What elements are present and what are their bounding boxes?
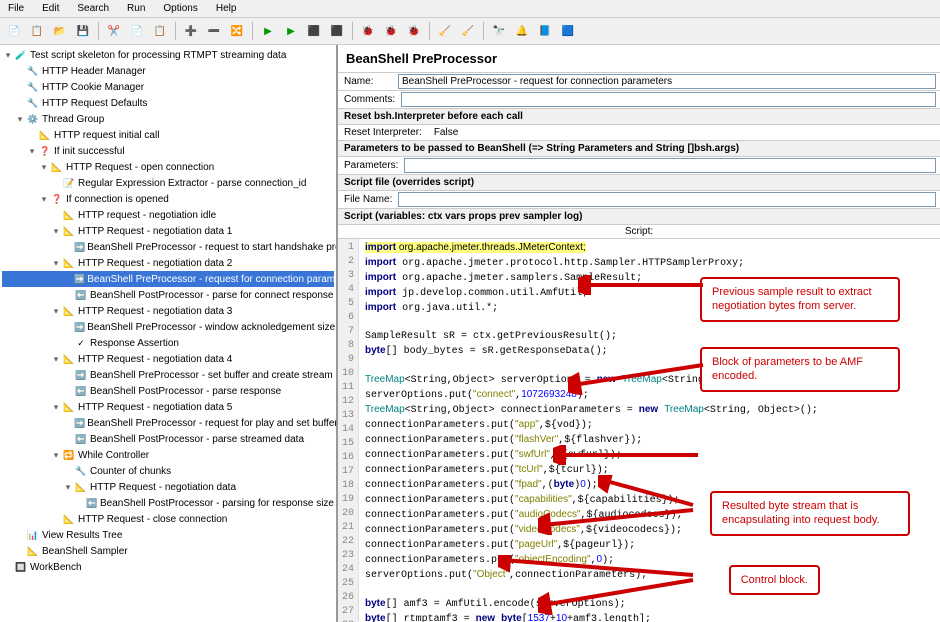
- scriptfile-header: Script file (overrides script): [338, 175, 940, 191]
- callout-3: Resulted byte stream that is encapsulati…: [710, 491, 910, 536]
- editor-panel: BeanShell PreProcessor Name: Comments: R…: [338, 45, 940, 622]
- assertion-icon: ✓: [74, 336, 88, 350]
- filename-input[interactable]: [398, 192, 936, 207]
- new-icon[interactable]: 📄: [4, 21, 24, 41]
- menu-options[interactable]: Options: [159, 2, 201, 15]
- preprocessor-icon: ➡️: [74, 416, 85, 430]
- panel-title: BeanShell PreProcessor: [338, 45, 940, 73]
- toggle-icon[interactable]: 🔀: [227, 21, 247, 41]
- save-icon[interactable]: 💾: [73, 21, 93, 41]
- remote-shutdown-icon[interactable]: 🐞: [404, 21, 424, 41]
- postprocessor-icon: ⬅️: [86, 496, 98, 510]
- menu-help[interactable]: Help: [212, 2, 241, 15]
- name-label: Name:: [338, 74, 398, 89]
- sampler-icon: 📐: [62, 512, 76, 526]
- menu-file[interactable]: File: [4, 2, 28, 15]
- reset-int-value[interactable]: False: [428, 125, 464, 140]
- postprocessor-icon: ⬅️: [74, 384, 88, 398]
- sampler-icon: 📐: [26, 544, 40, 558]
- shutdown-icon[interactable]: ⬛: [327, 21, 347, 41]
- cut-icon[interactable]: ✂️: [104, 21, 124, 41]
- about-icon[interactable]: 🟦: [558, 21, 578, 41]
- help-icon[interactable]: 📘: [535, 21, 555, 41]
- start-no-pause-icon[interactable]: ▶: [281, 21, 301, 41]
- preprocessor-icon: ➡️: [74, 272, 85, 286]
- comments-input[interactable]: [401, 92, 936, 107]
- callout-4: Control block.: [729, 565, 820, 595]
- script-header: Script (variables: ctx vars props prev s…: [338, 209, 940, 225]
- extractor-icon: 📝: [62, 176, 76, 190]
- params-label: Parameters:: [338, 158, 404, 173]
- comments-label: Comments:: [338, 92, 401, 107]
- toolbar: 📄 📋 📂 💾 ✂️ 📄 📋 ➕ ➖ 🔀 ▶ ▶ ⬛ ⬛ 🐞 🐞 🐞 🧹 🧹 🔭…: [0, 18, 940, 45]
- preprocessor-icon: ➡️: [74, 368, 88, 382]
- clear-icon[interactable]: 🧹: [435, 21, 455, 41]
- expand-icon[interactable]: ➕: [181, 21, 201, 41]
- sampler-icon: 📐: [62, 224, 76, 238]
- if-controller-icon: ❓: [38, 144, 52, 158]
- filename-label: File Name:: [338, 192, 398, 207]
- sampler-icon: 📐: [62, 400, 76, 414]
- menu-search[interactable]: Search: [73, 2, 113, 15]
- templates-icon[interactable]: 📋: [27, 21, 47, 41]
- menubar: File Edit Search Run Options Help: [0, 0, 940, 18]
- collapse-icon[interactable]: ➖: [204, 21, 224, 41]
- params-input[interactable]: [404, 158, 936, 173]
- config-icon: 🔧: [26, 96, 40, 110]
- stop-icon[interactable]: ⬛: [304, 21, 324, 41]
- postprocessor-icon: ⬅️: [74, 288, 88, 302]
- start-icon[interactable]: ▶: [258, 21, 278, 41]
- postprocessor-icon: ⬅️: [74, 432, 88, 446]
- preprocessor-icon: ➡️: [74, 240, 85, 254]
- test-plan-tree[interactable]: ▾🧪Test script skeleton for processing RT…: [0, 45, 338, 622]
- reset-int-label: Reset Interpreter:: [338, 125, 428, 140]
- thread-group-icon: ⚙️: [26, 112, 40, 126]
- clear-all-icon[interactable]: 🧹: [458, 21, 478, 41]
- sampler-icon: 📐: [50, 160, 64, 174]
- sampler-icon: 📐: [62, 208, 76, 222]
- search-icon[interactable]: 🔭: [489, 21, 509, 41]
- sampler-icon: 📐: [74, 480, 88, 494]
- while-controller-icon: 🔁: [62, 448, 76, 462]
- selected-tree-item: ➡️BeanShell PreProcessor - request for c…: [2, 271, 334, 287]
- reset-header: Reset bsh.Interpreter before each call: [338, 109, 940, 125]
- config-icon: 🔧: [26, 80, 40, 94]
- remote-stop-icon[interactable]: 🐞: [381, 21, 401, 41]
- sampler-icon: 📐: [62, 352, 76, 366]
- workbench-icon: 🔲: [14, 560, 28, 574]
- sampler-icon: 📐: [62, 304, 76, 318]
- paste-icon[interactable]: 📋: [150, 21, 170, 41]
- function-icon[interactable]: 🔔: [512, 21, 532, 41]
- sampler-icon: 📐: [62, 256, 76, 270]
- preprocessor-icon: ➡️: [74, 320, 85, 334]
- copy-icon[interactable]: 📄: [127, 21, 147, 41]
- remote-start-icon[interactable]: 🐞: [358, 21, 378, 41]
- flask-icon: 🧪: [14, 48, 28, 62]
- script-column-header: Script:: [338, 225, 940, 239]
- menu-run[interactable]: Run: [123, 2, 149, 15]
- sampler-icon: 📐: [38, 128, 52, 142]
- callout-2: Block of parameters to be AMF encoded.: [700, 347, 900, 392]
- params-header: Parameters to be passed to BeanShell (=>…: [338, 141, 940, 157]
- callout-1: Previous sample result to extract negoti…: [700, 277, 900, 322]
- counter-icon: 🔧: [74, 464, 88, 478]
- if-controller-icon: ❓: [50, 192, 64, 206]
- open-icon[interactable]: 📂: [50, 21, 70, 41]
- config-icon: 🔧: [26, 64, 40, 78]
- menu-edit[interactable]: Edit: [38, 2, 63, 15]
- name-input[interactable]: [398, 74, 936, 89]
- listener-icon: 📊: [26, 528, 40, 542]
